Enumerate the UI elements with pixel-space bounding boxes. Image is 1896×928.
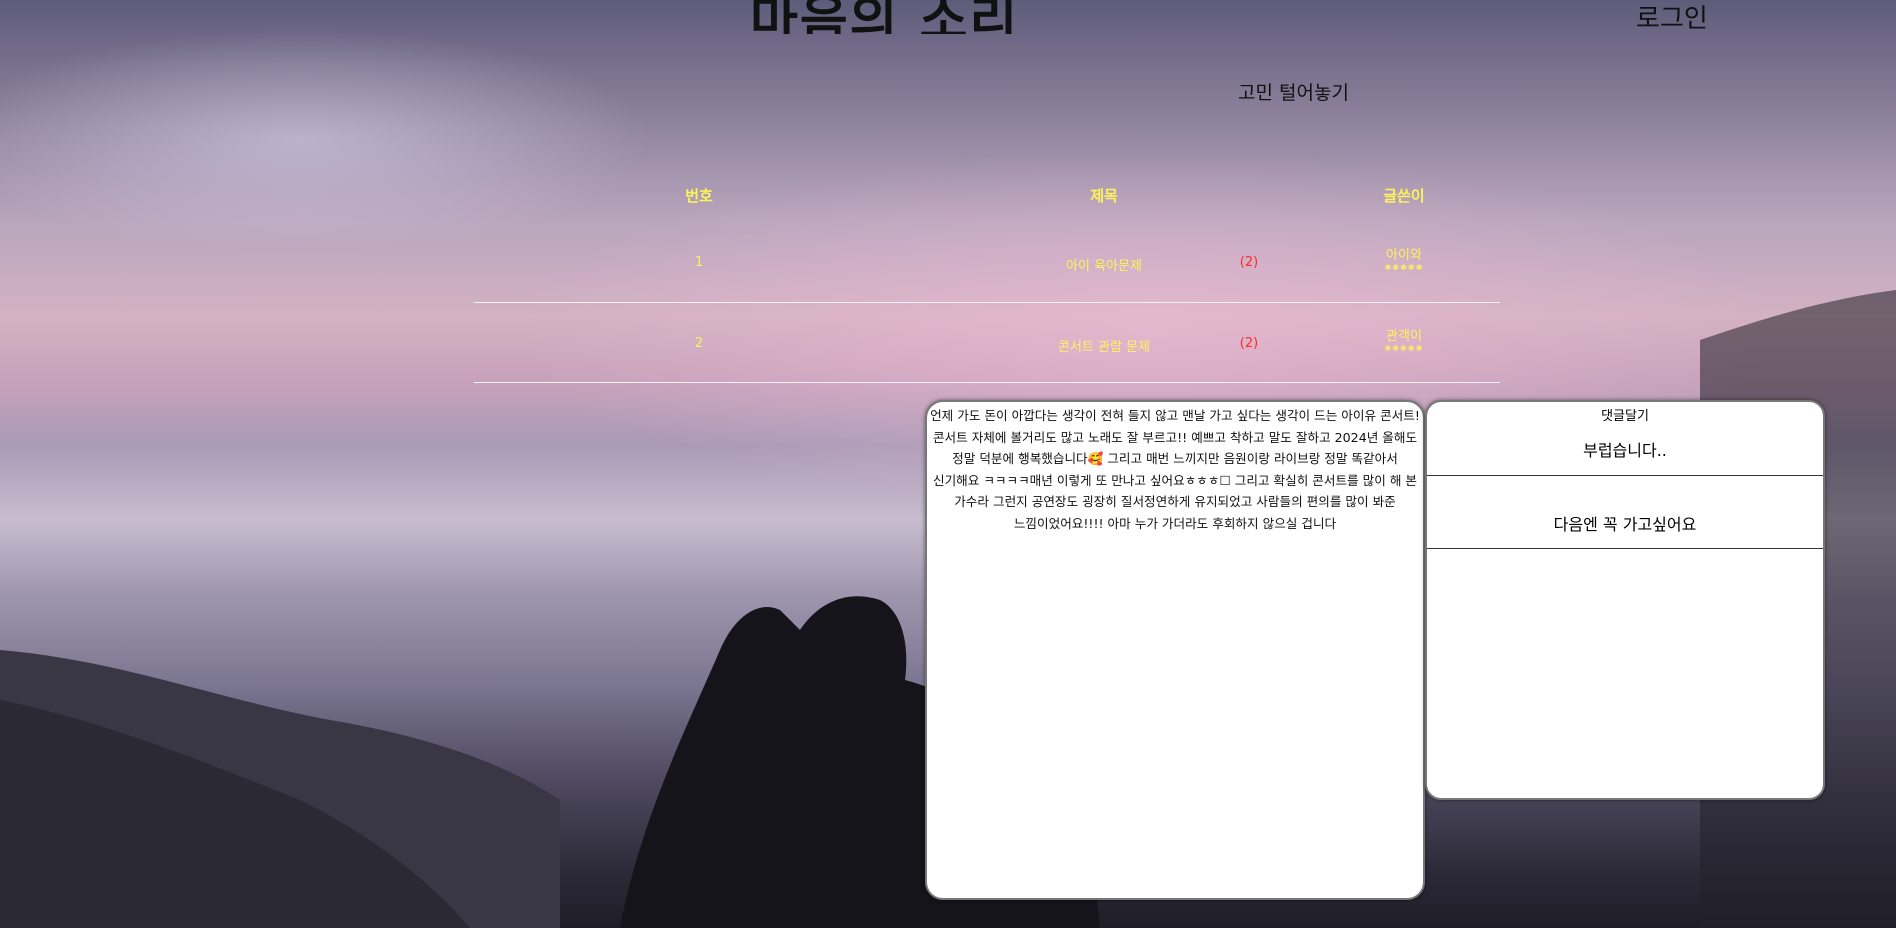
author-mask: ***** bbox=[1384, 263, 1424, 278]
author-name: 관객이 bbox=[1386, 329, 1422, 344]
row-author: 관객이 ***** bbox=[1344, 325, 1464, 359]
column-header-title: 제목 bbox=[1090, 187, 1118, 205]
site-title: 마음의 소리 bbox=[750, 0, 1020, 34]
table-row[interactable]: 1 아이 육아문제 (2) 아이와 ***** bbox=[474, 222, 1500, 303]
table-header: 번호 제목 글쓴이 bbox=[474, 170, 1500, 222]
column-header-number: 번호 bbox=[685, 187, 713, 205]
row-author: 아이와 ***** bbox=[1344, 244, 1464, 278]
column-header-author: 글쓴이 bbox=[1383, 187, 1425, 205]
post-body: 언제 가도 돈이 아깝다는 생각이 전혀 들지 않고 맨날 가고 싶다는 생각이… bbox=[930, 408, 1420, 531]
row-comment-count: (2) bbox=[1239, 336, 1259, 351]
comment-write-link[interactable]: 댓글달기 bbox=[1427, 402, 1823, 427]
row-comment-count: (2) bbox=[1239, 255, 1259, 270]
comment-item: 부럽습니다.. bbox=[1427, 427, 1823, 476]
login-link[interactable]: 로그인 bbox=[1636, 0, 1708, 35]
post-content-panel: 언제 가도 돈이 아깝다는 생각이 전혀 들지 않고 맨날 가고 싶다는 생각이… bbox=[925, 400, 1425, 900]
comment-item: 다음엔 꼭 가고싶어요 bbox=[1427, 476, 1823, 549]
row-number: 1 bbox=[694, 255, 704, 270]
author-name: 아이와 bbox=[1386, 248, 1422, 263]
row-number: 2 bbox=[694, 336, 704, 351]
table-row[interactable]: 2 콘서트 관람 문제 (2) 관객이 ***** bbox=[474, 302, 1500, 383]
row-title-link[interactable]: 아이 육아문제 bbox=[1004, 255, 1204, 274]
row-title-link[interactable]: 콘서트 관람 문제 bbox=[1004, 336, 1204, 355]
board-title: 고민 털어놓기 bbox=[1238, 82, 1349, 104]
author-mask: ***** bbox=[1384, 344, 1424, 359]
comments-panel: 댓글달기 부럽습니다.. 다음엔 꼭 가고싶어요 bbox=[1425, 400, 1825, 800]
